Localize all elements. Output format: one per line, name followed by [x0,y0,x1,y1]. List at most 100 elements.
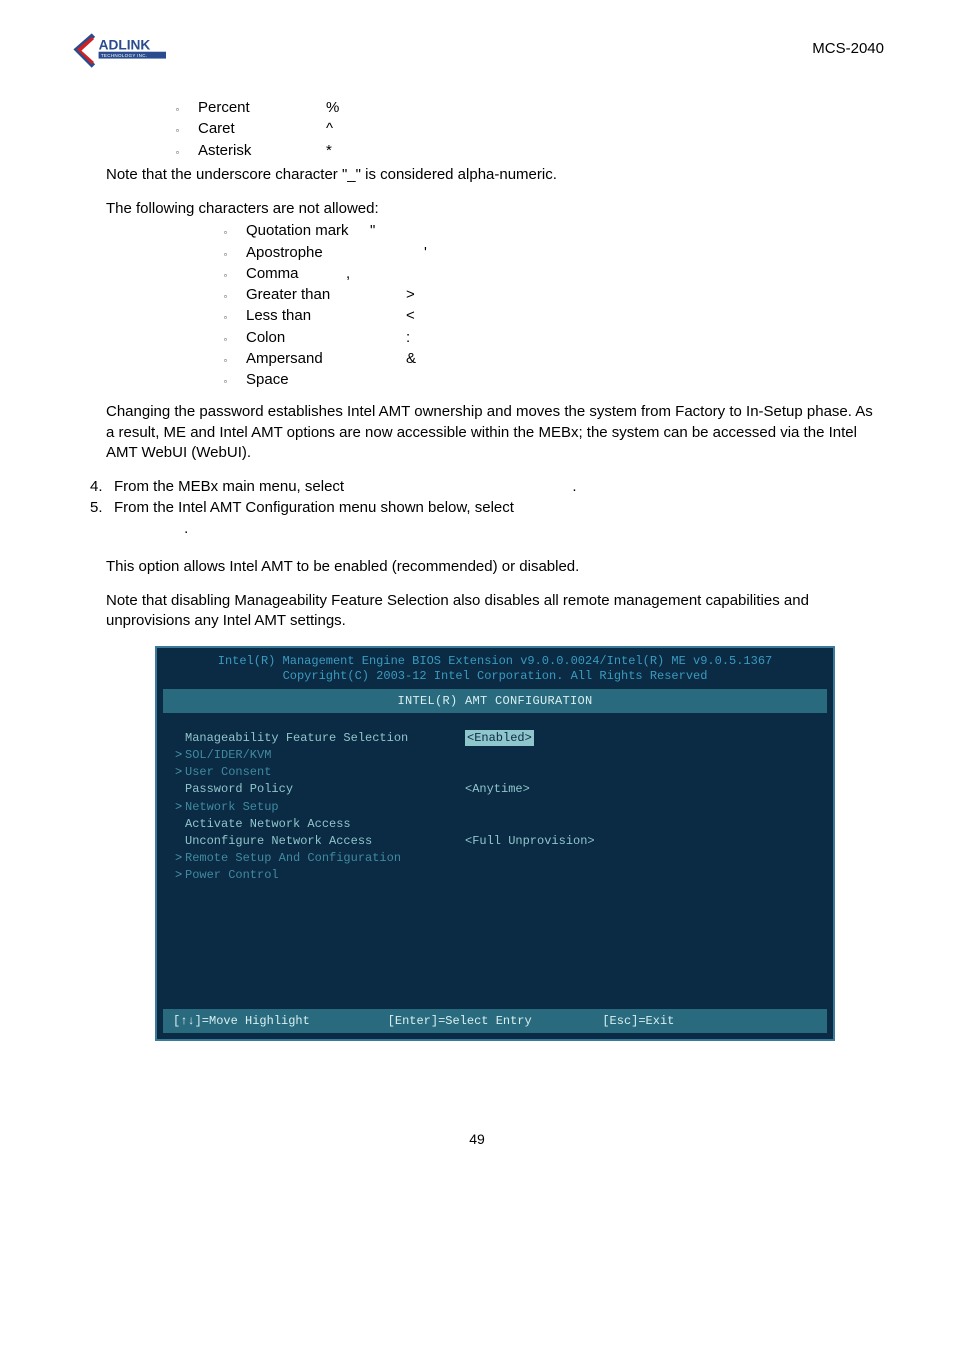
step-number: 5. [90,498,114,539]
amt-menu-item[interactable]: > Remote Setup And Configuration [175,850,815,866]
amt-title-bar: INTEL(R) AMT CONFIGURATION [163,689,827,713]
list-item: ▫ Greater than > [224,285,884,305]
char-symbol: < [406,306,415,326]
list-item: ▫ Space [224,370,884,390]
amt-screenshot: Intel(R) Management Engine BIOS Extensio… [155,646,835,1042]
char-symbol: > [406,285,415,305]
amt-menu-item[interactable]: Manageability Feature Selection <Enabled… [175,730,815,746]
char-symbol: % [326,98,339,118]
char-symbol: ' [424,243,427,263]
step-number: 4. [90,477,114,497]
not-allowed-heading: The following characters are not allowed… [106,199,884,219]
amt-header-line1: Intel(R) Management Engine BIOS Extensio… [167,654,823,670]
amt-menu-item[interactable]: > SOL/IDER/KVM [175,747,815,763]
bullet-icon: ▫ [176,126,198,137]
list-item: ▫ Less than < [224,306,884,326]
amt-item-value-selected: <Enabled> [465,730,534,746]
bullet-icon: ▫ [224,271,246,282]
amt-item-label: Power Control [185,867,465,883]
amt-hint-enter: [Enter]=Select Entry [388,1013,603,1029]
list-item: ▫ Apostrophe ' [224,243,884,263]
bullet-icon: ▫ [224,313,246,324]
char-label: Less than [246,306,386,326]
amt-arrow-icon [175,833,185,849]
list-item: ▫ Comma , [224,264,884,284]
step-4: 4. From the MEBx main menu, select . [90,477,884,497]
char-label: Percent [198,98,326,118]
document-body: ▫ Percent % ▫ Caret ^ ▫ Asterisk * Note … [106,98,884,1041]
amt-menu-item[interactable]: > Power Control [175,867,815,883]
step-text: From the Intel AMT Configuration menu sh… [114,498,884,539]
char-label: Colon [246,328,386,348]
char-label: Quotation mark [246,221,386,241]
amt-menu-item[interactable]: Password Policy <Anytime> [175,781,815,797]
bullet-icon: ▫ [224,250,246,261]
amt-item-label: Remote Setup And Configuration [185,850,465,866]
step-5: 5. From the Intel AMT Configuration menu… [90,498,884,539]
amt-arrow-icon [175,730,185,746]
amt-hint-esc: [Esc]=Exit [602,1013,817,1029]
amt-arrow-icon: > [175,867,185,883]
char-symbol: ^ [326,119,333,139]
document-code: MCS-2040 [812,40,884,57]
list-item: ▫ Colon : [224,328,884,348]
amt-arrow-icon: > [175,799,185,815]
svg-text:TECHNOLOGY INC.: TECHNOLOGY INC. [101,53,148,58]
char-symbol: : [406,328,410,348]
amt-arrow-icon: > [175,764,185,780]
amt-header-line2: Copyright(C) 2003-12 Intel Corporation. … [167,669,823,685]
amt-menu-item[interactable]: Activate Network Access [175,816,815,832]
paragraph-option: This option allows Intel AMT to be enabl… [106,557,884,577]
not-allowed-list: ▫ Quotation mark " ▫ Apostrophe ' ▫ Comm… [224,221,884,390]
amt-item-value: <Anytime> [465,781,530,797]
bullet-icon: ▫ [176,105,198,116]
bullet-icon: ▫ [224,377,246,388]
char-label: Asterisk [198,141,326,161]
char-label: Ampersand [246,349,386,369]
char-symbol: , [346,264,350,284]
underscore-note: Note that the underscore character "_" i… [106,165,884,185]
amt-item-label: Manageability Feature Selection [185,730,465,746]
char-symbol: " [370,221,375,241]
list-item: ▫ Percent % [176,98,884,118]
list-item: ▫ Ampersand & [224,349,884,369]
list-item: ▫ Asterisk * [176,141,884,161]
char-label: Greater than [246,285,386,305]
char-label: Apostrophe [246,243,386,263]
amt-item-label: Network Setup [185,799,465,815]
char-label: Space [246,370,386,390]
amt-item-value: <Full Unprovision> [465,833,595,849]
amt-menu-body: Manageability Feature Selection <Enabled… [157,713,833,999]
list-item: ▫ Caret ^ [176,119,884,139]
bullet-icon: ▫ [176,148,198,159]
amt-item-label: SOL/IDER/KVM [185,747,465,763]
amt-footer: [↑↓]=Move Highlight [Enter]=Select Entry… [163,1009,827,1033]
char-label: Caret [198,119,326,139]
brand-logo: ADLINK TECHNOLOGY INC. [70,30,190,74]
amt-arrow-icon [175,781,185,797]
page-header: ADLINK TECHNOLOGY INC. MCS-2040 [70,30,884,74]
paragraph-changing-password: Changing the password establishes Intel … [106,402,884,463]
char-symbol: & [406,349,416,369]
bullet-icon: ▫ [224,335,246,346]
paragraph-disable: Note that disabling Manageability Featur… [106,591,884,632]
list-item: ▫ Quotation mark " [224,221,884,241]
amt-menu-item[interactable]: Unconfigure Network Access <Full Unprovi… [175,833,815,849]
amt-header: Intel(R) Management Engine BIOS Extensio… [157,648,833,689]
page-number: 49 [70,1131,884,1147]
amt-menu-item[interactable]: > User Consent [175,764,815,780]
amt-item-label: Activate Network Access [185,816,465,832]
amt-item-label: Unconfigure Network Access [185,833,465,849]
amt-item-label: User Consent [185,764,465,780]
char-symbol: * [326,141,332,161]
step-text: From the MEBx main menu, select . [114,477,884,497]
amt-arrow-icon: > [175,850,185,866]
amt-item-label: Password Policy [185,781,465,797]
bullet-icon: ▫ [224,356,246,367]
bullet-icon: ▫ [224,292,246,303]
allowed-char-list: ▫ Percent % ▫ Caret ^ ▫ Asterisk * [176,98,884,161]
brand-text-top: ADLINK [99,37,151,52]
amt-menu-item[interactable]: > Network Setup [175,799,815,815]
amt-arrow-icon [175,816,185,832]
numbered-steps: 4. From the MEBx main menu, select . 5. … [90,477,884,539]
